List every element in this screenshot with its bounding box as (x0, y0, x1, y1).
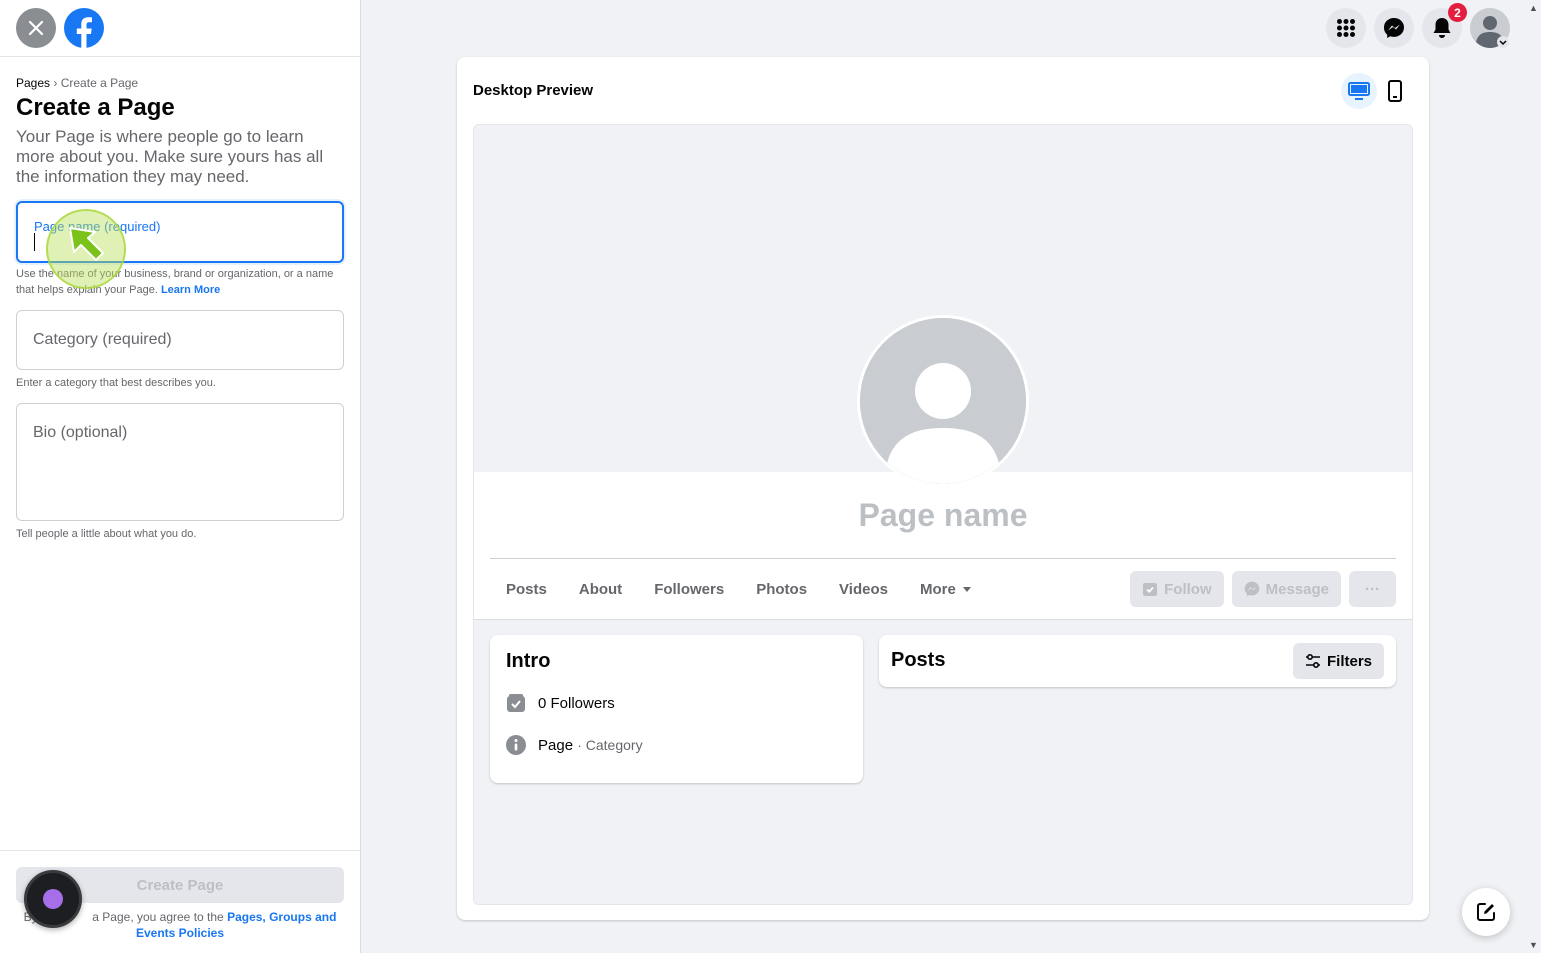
default-avatar-icon (860, 318, 1026, 484)
page-scrollbar[interactable]: ▲ ▼ (1526, 0, 1541, 953)
menu-button[interactable] (1326, 8, 1366, 48)
bio-placeholder: Bio (optional) (33, 424, 128, 441)
tab-about[interactable]: About (563, 573, 638, 606)
bell-icon (1433, 18, 1451, 38)
more-options-button[interactable]: ··· (1349, 571, 1396, 607)
cursor-arrow-icon (69, 227, 104, 261)
followers-count: 0 Followers (538, 694, 615, 712)
tab-photos[interactable]: Photos (740, 573, 823, 606)
desktop-icon (1348, 82, 1370, 100)
sidebar-header (0, 0, 360, 57)
bio-textarea[interactable]: Bio (optional) (16, 403, 344, 521)
tab-followers[interactable]: Followers (638, 573, 740, 606)
mobile-icon (1388, 80, 1402, 102)
filters-button[interactable]: Filters (1292, 643, 1384, 679)
tab-videos[interactable]: Videos (823, 573, 904, 606)
close-icon (28, 20, 44, 36)
create-page-sidebar: Pages › Create a Page Create a Page Your… (0, 0, 361, 953)
breadcrumb-current: Create a Page (60, 76, 139, 90)
message-button[interactable]: Message (1231, 571, 1341, 607)
category-label: · Category (577, 736, 643, 753)
filters-label: Filters (1326, 652, 1372, 670)
filters-icon (1305, 654, 1320, 668)
compose-icon (1477, 903, 1495, 921)
follow-button[interactable]: Follow (1130, 571, 1224, 607)
messenger-small-icon (1244, 581, 1259, 597)
message-label: Message (1265, 580, 1329, 598)
page-description: Your Page is where people go to learn mo… (16, 127, 324, 186)
preview-title: Desktop Preview (473, 82, 594, 99)
text-caret (34, 233, 35, 251)
facebook-logo-icon[interactable] (64, 8, 104, 48)
messenger-icon (1384, 18, 1404, 38)
page-preview-frame: Page name Posts About Followers Photos V… (473, 124, 1413, 905)
agree-text: a Page, you agree to the (92, 910, 224, 924)
category-placeholder: Category (required) (33, 331, 172, 348)
page-category-row: Page · Category (506, 735, 643, 755)
follow-icon (1143, 583, 1158, 596)
intro-card: Intro 0 Followers Page · Category (490, 635, 863, 783)
tab-posts[interactable]: Posts (490, 573, 563, 606)
breadcrumb-pages[interactable]: Pages (16, 76, 50, 90)
intro-title: Intro (506, 650, 551, 672)
info-icon (506, 735, 526, 755)
posts-title: Posts (891, 649, 946, 671)
breadcrumb: Pages › Create a Page (16, 76, 138, 90)
follow-label: Follow (1164, 580, 1212, 598)
account-chevron-icon[interactable] (1497, 36, 1509, 48)
followers-icon (507, 694, 525, 712)
category-hint: Enter a category that best describes you… (16, 377, 216, 389)
screen-recorder-button[interactable] (24, 870, 82, 928)
caret-down-icon (962, 586, 971, 592)
breadcrumb-separator: › (53, 76, 58, 90)
category-input[interactable]: Category (required) (16, 310, 344, 370)
learn-more-link[interactable]: Learn More (161, 284, 220, 296)
grid-menu-icon (1337, 19, 1355, 37)
profile-picture (857, 315, 1029, 487)
notification-badge: 2 (1448, 3, 1467, 22)
scroll-up-icon[interactable]: ▲ (1529, 3, 1538, 13)
bio-hint: Tell people a little about what you do. (16, 528, 197, 540)
tab-more-label: More (919, 581, 956, 598)
followers-row: 0 Followers (506, 693, 615, 713)
desktop-preview-toggle[interactable] (1341, 73, 1377, 109)
desktop-preview-card: Desktop Preview Page name Posts About Fo… (457, 57, 1429, 920)
record-dot-icon (43, 889, 63, 909)
page-actions: Follow Message ··· (1130, 571, 1396, 607)
messenger-button[interactable] (1374, 8, 1414, 48)
mobile-preview-toggle[interactable] (1377, 73, 1413, 109)
new-message-button[interactable] (1462, 888, 1510, 936)
page-type-label: Page (538, 736, 574, 754)
preview-page-name: Page name (858, 497, 1028, 533)
page-title: Create a Page (16, 94, 175, 121)
close-button[interactable] (16, 8, 56, 48)
profile-divider (490, 558, 1396, 559)
page-tabs: Posts About Followers Photos Videos More (490, 573, 988, 606)
tab-more[interactable]: More (904, 573, 988, 606)
scroll-down-icon[interactable]: ▼ (1529, 940, 1538, 950)
posts-card: Posts Filters (879, 635, 1396, 687)
